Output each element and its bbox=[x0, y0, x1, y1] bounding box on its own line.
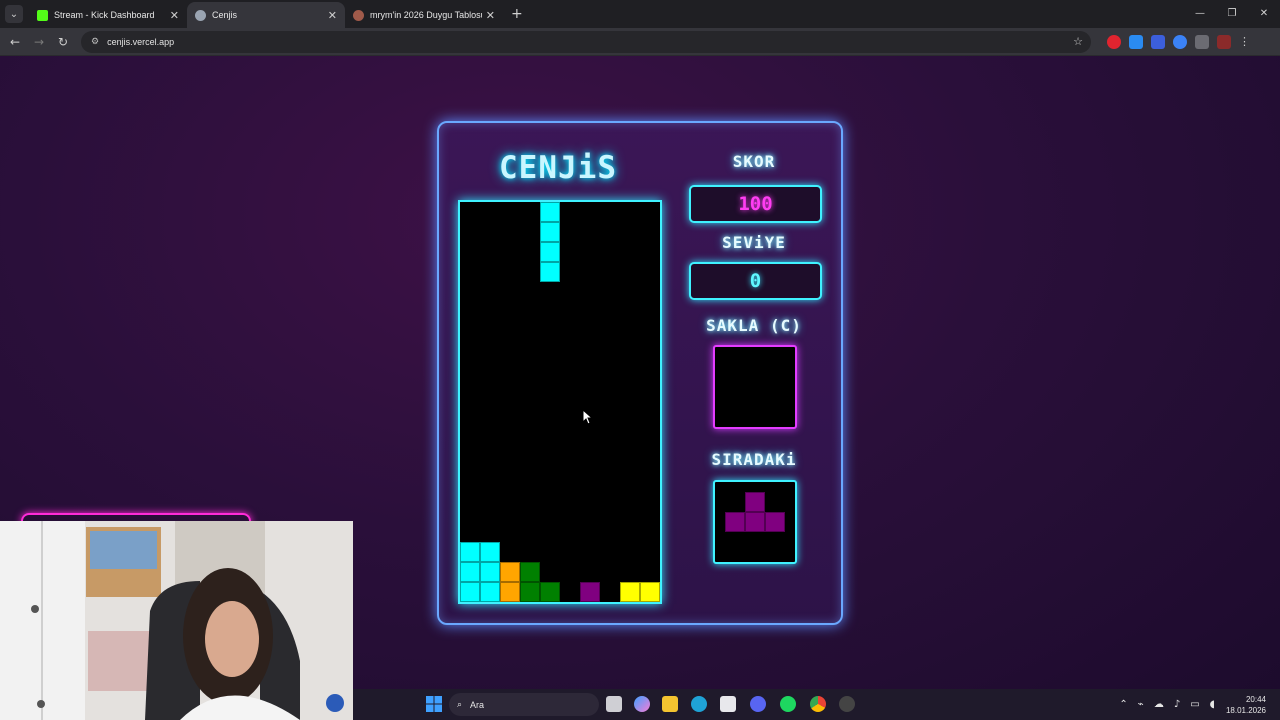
tab-duygu-tablosu[interactable]: mrym'in 2026 Duygu Tablosu ✕ bbox=[345, 2, 503, 28]
board-cell bbox=[640, 582, 660, 602]
browser-menu-icon[interactable]: ⋮ bbox=[1239, 35, 1250, 49]
tab-cenjis[interactable]: Cenjis ✕ bbox=[187, 2, 345, 28]
display-icon[interactable]: ▭ bbox=[1190, 699, 1199, 710]
tab-strip: ⌄ Stream - Kick Dashboard ✕ Cenjis ✕ mry… bbox=[0, 0, 1280, 28]
tab-title: Cenjis bbox=[212, 10, 238, 20]
reload-icon[interactable]: ↻ bbox=[51, 35, 75, 49]
next-piece-box bbox=[713, 480, 797, 564]
level-label: SEViYE bbox=[722, 233, 786, 252]
level-value: 0 bbox=[749, 270, 762, 292]
system-tray: ⌃ ⌁ ☁ ♪ ▭ ◖ 20:44 18.01.2026 bbox=[1114, 689, 1280, 720]
webcam-feed bbox=[0, 521, 353, 720]
score-value: 100 bbox=[738, 193, 773, 215]
extensions-area: ⋮ bbox=[1107, 34, 1250, 49]
network-icon[interactable]: ⌁ bbox=[1138, 699, 1144, 710]
clock[interactable]: 20:44 18.01.2026 bbox=[1226, 694, 1266, 716]
globe-icon bbox=[195, 9, 206, 21]
chrome-icon[interactable] bbox=[810, 696, 826, 712]
next-piece-block bbox=[725, 512, 745, 532]
new-tab-button[interactable]: + bbox=[511, 6, 523, 22]
board-cell bbox=[460, 582, 480, 602]
chevron-up-icon[interactable]: ⌃ bbox=[1119, 699, 1127, 710]
copilot-icon[interactable] bbox=[634, 696, 650, 712]
kick-logo-icon bbox=[37, 9, 48, 21]
board-cell bbox=[580, 582, 600, 602]
microphone-icon[interactable]: ♪ bbox=[1174, 699, 1180, 710]
next-piece-block bbox=[765, 512, 785, 532]
extensions-puzzle-icon[interactable] bbox=[1195, 34, 1209, 49]
forward-arrow-icon[interactable]: → bbox=[27, 35, 51, 49]
score-box: 100 bbox=[689, 185, 822, 223]
search-label: Ara bbox=[470, 699, 485, 710]
game-board[interactable] bbox=[458, 200, 662, 604]
minimize-icon[interactable]: — bbox=[1184, 0, 1216, 28]
taskbar-search[interactable]: ⌕ Ara bbox=[449, 693, 599, 716]
tab-title: Stream - Kick Dashboard bbox=[54, 10, 155, 20]
site-info-icon[interactable]: ⚙ bbox=[91, 36, 99, 47]
windows-start-icon[interactable] bbox=[426, 696, 442, 712]
url-text: cenjis.vercel.app bbox=[107, 36, 175, 47]
restore-icon[interactable]: ❐ bbox=[1216, 0, 1248, 28]
taskbar: ⌕ Ara ⌃ ⌁ ☁ ♪ ▭ ◖ 20:44 18.01.2026 bbox=[353, 689, 1280, 720]
search-icon: ⌕ bbox=[457, 699, 463, 709]
board-cell bbox=[520, 562, 540, 582]
board-cell bbox=[500, 562, 520, 582]
board-cell bbox=[480, 542, 500, 562]
close-window-icon[interactable]: ✕ bbox=[1248, 0, 1280, 28]
store-icon[interactable] bbox=[720, 696, 736, 712]
close-tab-icon[interactable]: ✕ bbox=[328, 9, 337, 22]
tab-title: mrym'in 2026 Duygu Tablosu bbox=[370, 10, 482, 20]
level-box: 0 bbox=[689, 262, 822, 300]
cloud-icon[interactable]: ☁ bbox=[1154, 699, 1164, 710]
task-view-icon[interactable] bbox=[606, 696, 622, 712]
address-bar[interactable]: ⚙ cenjis.vercel.app ☆ bbox=[81, 30, 1091, 53]
board-cell bbox=[540, 582, 560, 602]
webcam-image bbox=[0, 521, 353, 720]
hold-box bbox=[713, 345, 797, 429]
board-cell bbox=[480, 562, 500, 582]
extension-audio-icon[interactable] bbox=[1151, 34, 1165, 49]
discord-icon[interactable] bbox=[750, 696, 766, 712]
bookmark-star-icon[interactable]: ☆ bbox=[1073, 35, 1083, 48]
next-piece-block bbox=[745, 492, 765, 512]
board-cell bbox=[520, 582, 540, 602]
next-label: SIRADAKi bbox=[711, 450, 797, 469]
clock-date: 18.01.2026 bbox=[1225, 705, 1266, 715]
back-arrow-icon[interactable]: ← bbox=[3, 35, 27, 49]
clock-time: 20:44 bbox=[1245, 694, 1266, 704]
tab-search-button[interactable]: ⌄ bbox=[5, 5, 23, 23]
board-cell bbox=[620, 582, 640, 602]
profile-avatar[interactable] bbox=[1217, 34, 1231, 49]
board-cell bbox=[540, 262, 560, 282]
extension-record-icon[interactable] bbox=[1107, 34, 1121, 49]
tab-kick-dashboard[interactable]: Stream - Kick Dashboard ✕ bbox=[29, 2, 187, 28]
board-cell bbox=[460, 542, 480, 562]
score-label: SKOR bbox=[732, 152, 776, 171]
mouse-cursor-icon bbox=[582, 409, 594, 425]
extension-translate-icon[interactable] bbox=[1129, 34, 1143, 49]
app-icon[interactable] bbox=[839, 696, 855, 712]
spotify-icon[interactable] bbox=[780, 696, 796, 712]
close-tab-icon[interactable]: ✕ bbox=[170, 9, 179, 22]
file-explorer-icon[interactable] bbox=[662, 696, 678, 712]
board-cell bbox=[460, 562, 480, 582]
board-cell bbox=[540, 202, 560, 222]
board-cell bbox=[480, 582, 500, 602]
board-cell bbox=[540, 242, 560, 262]
board-cell bbox=[500, 582, 520, 602]
board-cell bbox=[540, 222, 560, 242]
close-tab-icon[interactable]: ✕ bbox=[486, 9, 495, 22]
window-controls: — ❐ ✕ bbox=[1184, 0, 1280, 28]
edge-icon[interactable] bbox=[691, 696, 707, 712]
hold-label: SAKLA (C) bbox=[706, 316, 802, 335]
volume-icon[interactable]: ◖ bbox=[1210, 699, 1215, 710]
extension-shield-icon[interactable] bbox=[1173, 34, 1187, 49]
toolbar: ← → ↻ ⚙ cenjis.vercel.app ☆ ⋮ bbox=[0, 28, 1280, 56]
next-piece-block bbox=[745, 512, 765, 532]
game-title: CENJiS bbox=[499, 150, 617, 186]
page-icon bbox=[353, 9, 364, 21]
